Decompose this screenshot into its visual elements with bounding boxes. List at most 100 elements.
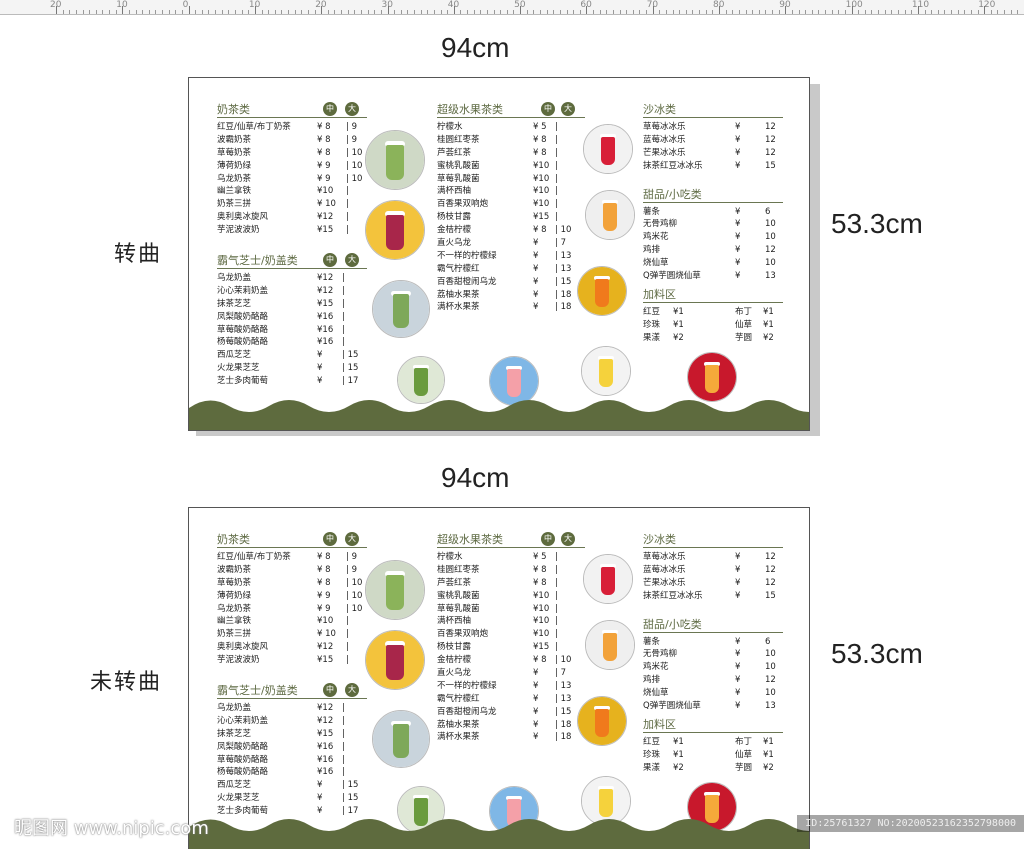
price-mid: ¥16 xyxy=(317,754,333,767)
price-large: | 13 xyxy=(555,250,571,263)
price-mid: ¥ xyxy=(533,237,538,250)
menu-item-row: 草莓奶茶¥ 8| 10 xyxy=(217,147,367,160)
menu-item-row: 荔柚水果茶¥| 18 xyxy=(437,719,587,732)
item-price: 10 xyxy=(765,687,776,700)
item-price: 15 xyxy=(765,590,776,603)
item-name: 奶茶三拼 xyxy=(217,628,251,641)
ruler-tick xyxy=(301,10,302,14)
item-name: 草莓奶茶 xyxy=(217,147,251,160)
ruler-tick xyxy=(434,10,435,14)
topping-name: 布丁 xyxy=(735,736,752,749)
ruler-tick xyxy=(865,10,866,14)
ruler-tick xyxy=(235,10,236,14)
ruler-tick xyxy=(407,10,408,14)
menu-item-row: 无骨鸡柳¥10 xyxy=(643,648,783,661)
item-name: 蜜桃乳酸菌 xyxy=(437,160,480,173)
ruler-tick xyxy=(1004,10,1005,14)
menu-item-row: 杨莓酸奶酪酪¥16| xyxy=(217,766,367,779)
currency: ¥ xyxy=(735,700,740,713)
price-large: | 9 xyxy=(346,551,357,564)
item-name: 无骨鸡柳 xyxy=(643,648,677,661)
ruler-tick xyxy=(149,10,150,14)
smoothie-list: 草莓冰冰乐¥12蓝莓冰冰乐¥12芒果冰冰乐¥12抹茶红豆冰冰乐¥15 xyxy=(643,551,783,603)
ruler-tick xyxy=(984,6,985,14)
ruler-tick xyxy=(925,10,926,14)
menu-item-row: 沁心茉莉奶盖¥12| xyxy=(217,285,367,298)
section-divider xyxy=(217,698,367,699)
item-name: 百香果双响炮 xyxy=(437,198,488,211)
ruler-tick xyxy=(454,6,455,14)
price-mid: ¥10 xyxy=(533,173,549,186)
ruler-tick xyxy=(653,6,654,14)
currency: ¥ xyxy=(735,661,740,674)
topping-name: 芋圆 xyxy=(735,332,752,345)
ruler-tick xyxy=(388,6,389,14)
item-name: 金桔柠檬 xyxy=(437,224,471,237)
currency: ¥ xyxy=(735,206,740,219)
price-large: | xyxy=(346,641,349,654)
ruler-tick xyxy=(540,10,541,14)
column-smoothie-snacks: 沙冰类 草莓冰冰乐¥12蓝莓冰冰乐¥12芒果冰冰乐¥12抹茶红豆冰冰乐¥15 甜… xyxy=(643,532,783,775)
menu-item-row: 桂圆红枣茶¥ 8| xyxy=(437,564,587,577)
item-name: 抹茶红豆冰冰乐 xyxy=(643,160,703,173)
item-price: 12 xyxy=(765,564,776,577)
top-side-label: 转曲 xyxy=(114,236,162,268)
menu-item-row: 草莓乳酸菌¥10| xyxy=(437,173,587,186)
price-mid: ¥ 8 xyxy=(317,121,331,134)
price-mid: ¥ xyxy=(533,719,538,732)
price-large: | xyxy=(555,615,558,628)
ruler-tick xyxy=(944,10,945,14)
price-large: | xyxy=(346,224,349,237)
item-name: 奶茶三拼 xyxy=(217,198,251,211)
ruler-tick xyxy=(838,10,839,14)
ruler-tick xyxy=(699,10,700,14)
section-title-snacks: 甜品/小吃类 xyxy=(643,617,783,632)
ruler-tick xyxy=(692,10,693,14)
item-name: 鸡米花 xyxy=(643,231,669,244)
price-mid: ¥ 8 xyxy=(533,564,547,577)
item-name: 直火乌龙 xyxy=(437,667,471,680)
menu-item-row: 草莓酸奶酪酪¥16| xyxy=(217,324,367,337)
topping-name: 仙草 xyxy=(735,319,752,332)
ruler-tick xyxy=(89,10,90,14)
price-large: | 17 xyxy=(342,375,358,388)
price-mid: ¥ xyxy=(533,289,538,302)
ruler-tick xyxy=(374,10,375,14)
ruler-tick xyxy=(871,10,872,14)
ruler-tick xyxy=(719,6,720,14)
price-mid: ¥12 xyxy=(317,715,333,728)
menu-board-bottom[interactable]: 奶茶类 中 大 红豆/仙草/布丁奶茶¥ 8| 9波霸奶茶¥ 8| 9草莓奶茶¥ … xyxy=(188,507,810,849)
price-mid: ¥ 9 xyxy=(317,590,331,603)
ruler-tick xyxy=(467,10,468,14)
menu-item-row: 芦荟红茶¥ 8| xyxy=(437,147,587,160)
price-mid: ¥10 xyxy=(317,185,333,198)
ruler-tick xyxy=(898,10,899,14)
ruler-tick xyxy=(726,10,727,14)
ruler-tick xyxy=(732,10,733,14)
menu-item-row: 果漾¥2芋圆¥2 xyxy=(643,332,783,345)
toppings-list: 红豆¥1布丁¥1珍珠¥1仙草¥1果漾¥2芋圆¥2 xyxy=(643,306,783,345)
menu-item-row: 蜜桃乳酸菌¥10| xyxy=(437,590,587,603)
item-name: 杨枝甘露 xyxy=(437,641,471,654)
ruler-tick xyxy=(202,10,203,14)
item-name: 乌龙奶茶 xyxy=(217,603,251,616)
size-badge-large: 大 xyxy=(345,532,359,546)
menu-item-row: 红豆/仙草/布丁奶茶¥ 8| 9 xyxy=(217,121,367,134)
ruler-tick xyxy=(129,10,130,14)
price-mid: ¥ 8 xyxy=(533,147,547,160)
ruler-tick xyxy=(679,10,680,14)
item-name: 烧仙草 xyxy=(643,257,669,270)
menu-item-row: 抹茶芝芝¥15| xyxy=(217,728,367,741)
menu-item-row: 鸡排¥12 xyxy=(643,674,783,687)
wave-footer xyxy=(189,394,809,430)
price-mid: ¥ 8 xyxy=(317,551,331,564)
price-mid: ¥15 xyxy=(533,211,549,224)
menu-board-top[interactable]: 奶茶类 中 大 红豆/仙草/布丁奶茶¥ 8| 9波霸奶茶¥ 8| 9草莓奶茶¥ … xyxy=(188,77,810,431)
price-mid: ¥ 9 xyxy=(317,173,331,186)
menu-item-row: 桂圆红枣茶¥ 8| xyxy=(437,134,587,147)
ruler-tick xyxy=(964,10,965,14)
currency: ¥ xyxy=(735,218,740,231)
ruler-tick xyxy=(228,10,229,14)
price-mid: ¥ 8 xyxy=(317,134,331,147)
price-large: | 15 xyxy=(555,706,571,719)
